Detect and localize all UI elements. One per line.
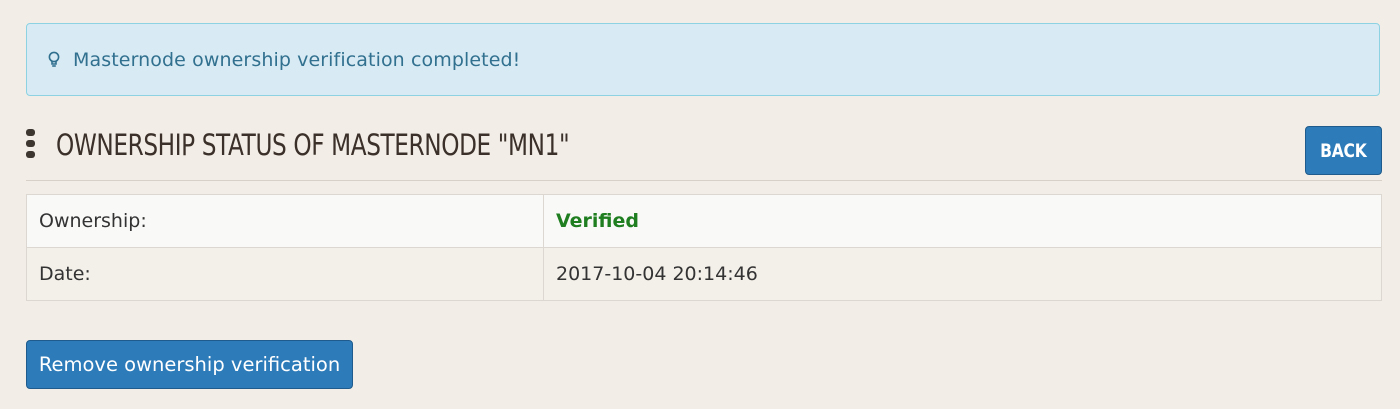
lightbulb-icon bbox=[47, 50, 61, 70]
section-header: OWNERSHIP STATUS OF MASTERNODE "MN1" BAC… bbox=[26, 122, 1382, 181]
table-row: Ownership: Verified bbox=[26, 194, 1382, 248]
ownership-status-table: Ownership: Verified Date: 2017-10-04 20:… bbox=[26, 194, 1382, 301]
date-value: 2017-10-04 20:14:46 bbox=[543, 247, 1382, 301]
ownership-value: Verified bbox=[543, 194, 1382, 248]
remove-ownership-verification-button[interactable]: Remove ownership verification bbox=[26, 340, 353, 389]
page-title: OWNERSHIP STATUS OF MASTERNODE "MN1" bbox=[56, 128, 570, 162]
drag-handle-icon bbox=[26, 129, 35, 159]
date-label: Date: bbox=[26, 247, 544, 301]
table-row: Date: 2017-10-04 20:14:46 bbox=[26, 247, 1382, 301]
success-alert: Masternode ownership verification comple… bbox=[26, 23, 1380, 96]
back-button[interactable]: BACK bbox=[1305, 126, 1382, 175]
ownership-label: Ownership: bbox=[26, 194, 544, 248]
back-button-label: BACK bbox=[1320, 139, 1367, 162]
alert-message: Masternode ownership verification comple… bbox=[73, 48, 521, 71]
